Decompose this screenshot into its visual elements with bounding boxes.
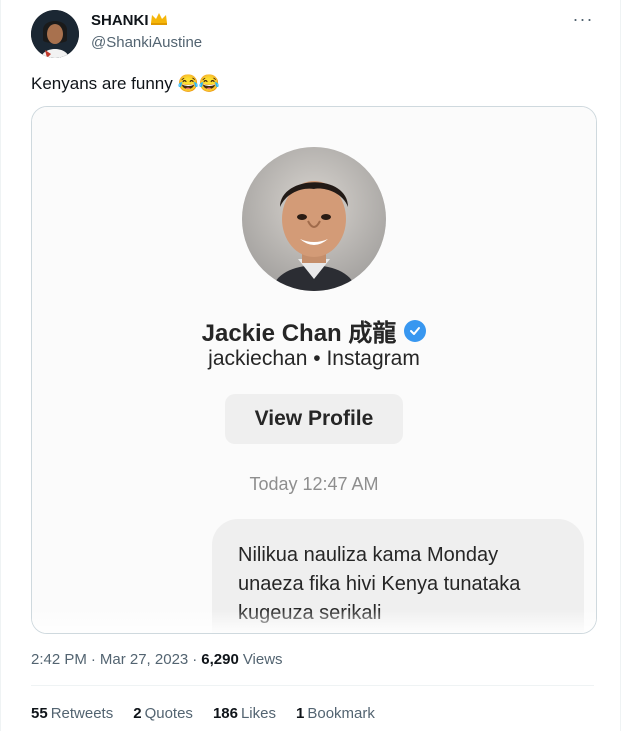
tweet-time[interactable]: 2:42 PM — [31, 651, 87, 668]
crown-icon — [150, 12, 168, 29]
retweets-count: 55 — [31, 705, 48, 722]
jackie-chan-profile-photo — [242, 147, 386, 291]
views-label: Views — [242, 651, 283, 668]
message-timestamp: Today 12:47 AM — [249, 474, 379, 494]
bookmarks-label: Bookmark — [307, 705, 375, 722]
quotes-stat[interactable]: 2 Quotes — [133, 705, 193, 722]
tweet-stats: 55 Retweets 2 Quotes 186 Likes 1 Bookmar… — [31, 705, 375, 722]
quotes-count: 2 — [133, 705, 142, 722]
retweets-label: Retweets — [50, 705, 114, 722]
likes-count: 186 — [212, 705, 238, 722]
tweet-text: Kenyans are funny 😂😂 — [31, 74, 220, 93]
username-separator: • — [307, 347, 327, 370]
author-avatar[interactable] — [31, 10, 79, 58]
tweet-meta: 2:42 PM · Mar 27, 2023 · 6,290 Views — [31, 651, 283, 668]
likes-label: Likes — [240, 705, 276, 722]
author-name[interactable]: SHANKI — [91, 12, 149, 29]
quotes-label: Quotes — [144, 705, 193, 722]
bookmarks-stat[interactable]: 1 Bookmark — [296, 705, 375, 722]
author-name-row[interactable]: SHANKI — [91, 12, 168, 29]
message-line: Nilikua nauliza kama Monday — [238, 544, 499, 566]
message-line: unaeza fika hivi Kenya tunataka — [238, 573, 521, 595]
instagram-display-name-row: Jackie Chan 成龍 — [32, 313, 596, 348]
retweets-stat[interactable]: 55 Retweets — [31, 705, 113, 722]
instagram-username: jackiechan — [208, 347, 308, 370]
instagram-platform-label: Instagram — [326, 347, 420, 370]
likes-stat[interactable]: 186 Likes — [213, 705, 276, 722]
instagram-username-line: jackiechan • Instagram — [32, 347, 596, 371]
instagram-display-name: Jackie Chan 成龍 — [201, 320, 397, 347]
more-options-icon[interactable]: ··· — [572, 8, 594, 30]
divider — [31, 685, 594, 686]
meta-separator: · — [192, 651, 198, 668]
meta-separator: · — [90, 651, 96, 668]
views-count: 6,290 — [201, 651, 239, 668]
author-handle[interactable]: @ShankiAustine — [91, 34, 202, 51]
tweet-media-image[interactable]: Jackie Chan 成龍 jackiechan • Instagram Vi… — [31, 106, 597, 634]
bookmarks-count: 1 — [296, 705, 305, 722]
avatar-illustration — [31, 10, 79, 58]
tweet-date[interactable]: Mar 27, 2023 — [100, 651, 188, 668]
view-profile-button: View Profile — [225, 394, 403, 444]
verified-badge-icon — [404, 319, 427, 342]
image-fade-overlay — [32, 609, 596, 633]
tweet: SHANKI @ShankiAustine ··· Kenyans are fu… — [0, 0, 621, 731]
instagram-screenshot: Jackie Chan 成龍 jackiechan • Instagram Vi… — [32, 107, 596, 633]
